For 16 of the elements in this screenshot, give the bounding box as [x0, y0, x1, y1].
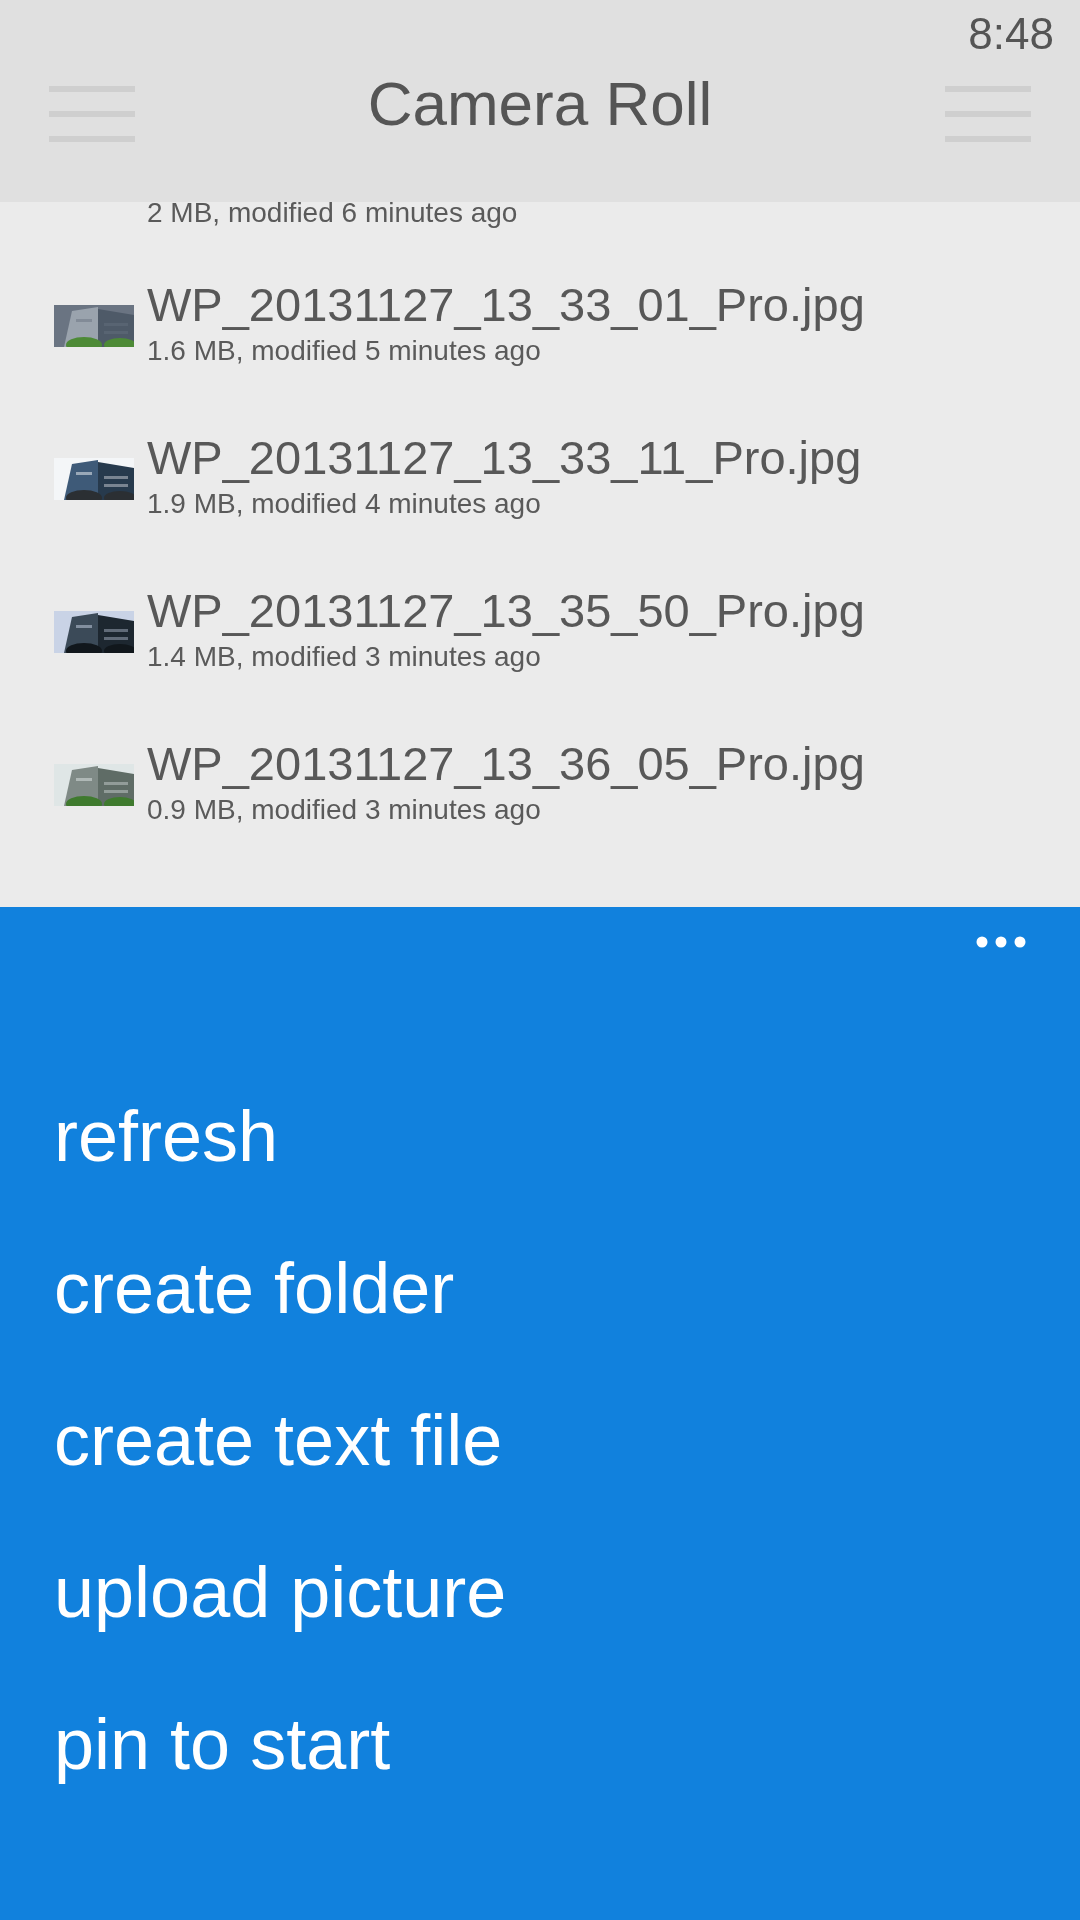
page-title: Camera Roll [367, 68, 713, 139]
menu-item[interactable]: create text file [0, 1364, 503, 1516]
menu-item[interactable]: create folder [0, 1212, 455, 1364]
status-time: 8:48 [968, 9, 1054, 59]
file-details: 0.9 MB, modified 3 minutes ago [147, 793, 542, 827]
file-details: 1.6 MB, modified 5 minutes ago [147, 334, 542, 368]
file-name[interactable]: WP_20131127_13_35_50_Pro.jpg [147, 583, 865, 639]
menu-item[interactable]: upload picture [0, 1516, 507, 1668]
menu-item[interactable]: pin to start [0, 1668, 391, 1820]
file-name[interactable]: WP_20131127_13_33_11_Pro.jpg [147, 430, 862, 486]
more-icon[interactable] [976, 936, 1026, 948]
file-name[interactable]: WP_20131127_13_36_05_Pro.jpg [147, 736, 865, 792]
file-name[interactable]: WP_20131127_13_33_01_Pro.jpg [147, 277, 865, 333]
file-details: 1.9 MB, modified 4 minutes ago [147, 487, 542, 521]
menu-item[interactable]: refresh [0, 1060, 279, 1212]
file-details: 1.4 MB, modified 3 minutes ago [147, 640, 542, 674]
